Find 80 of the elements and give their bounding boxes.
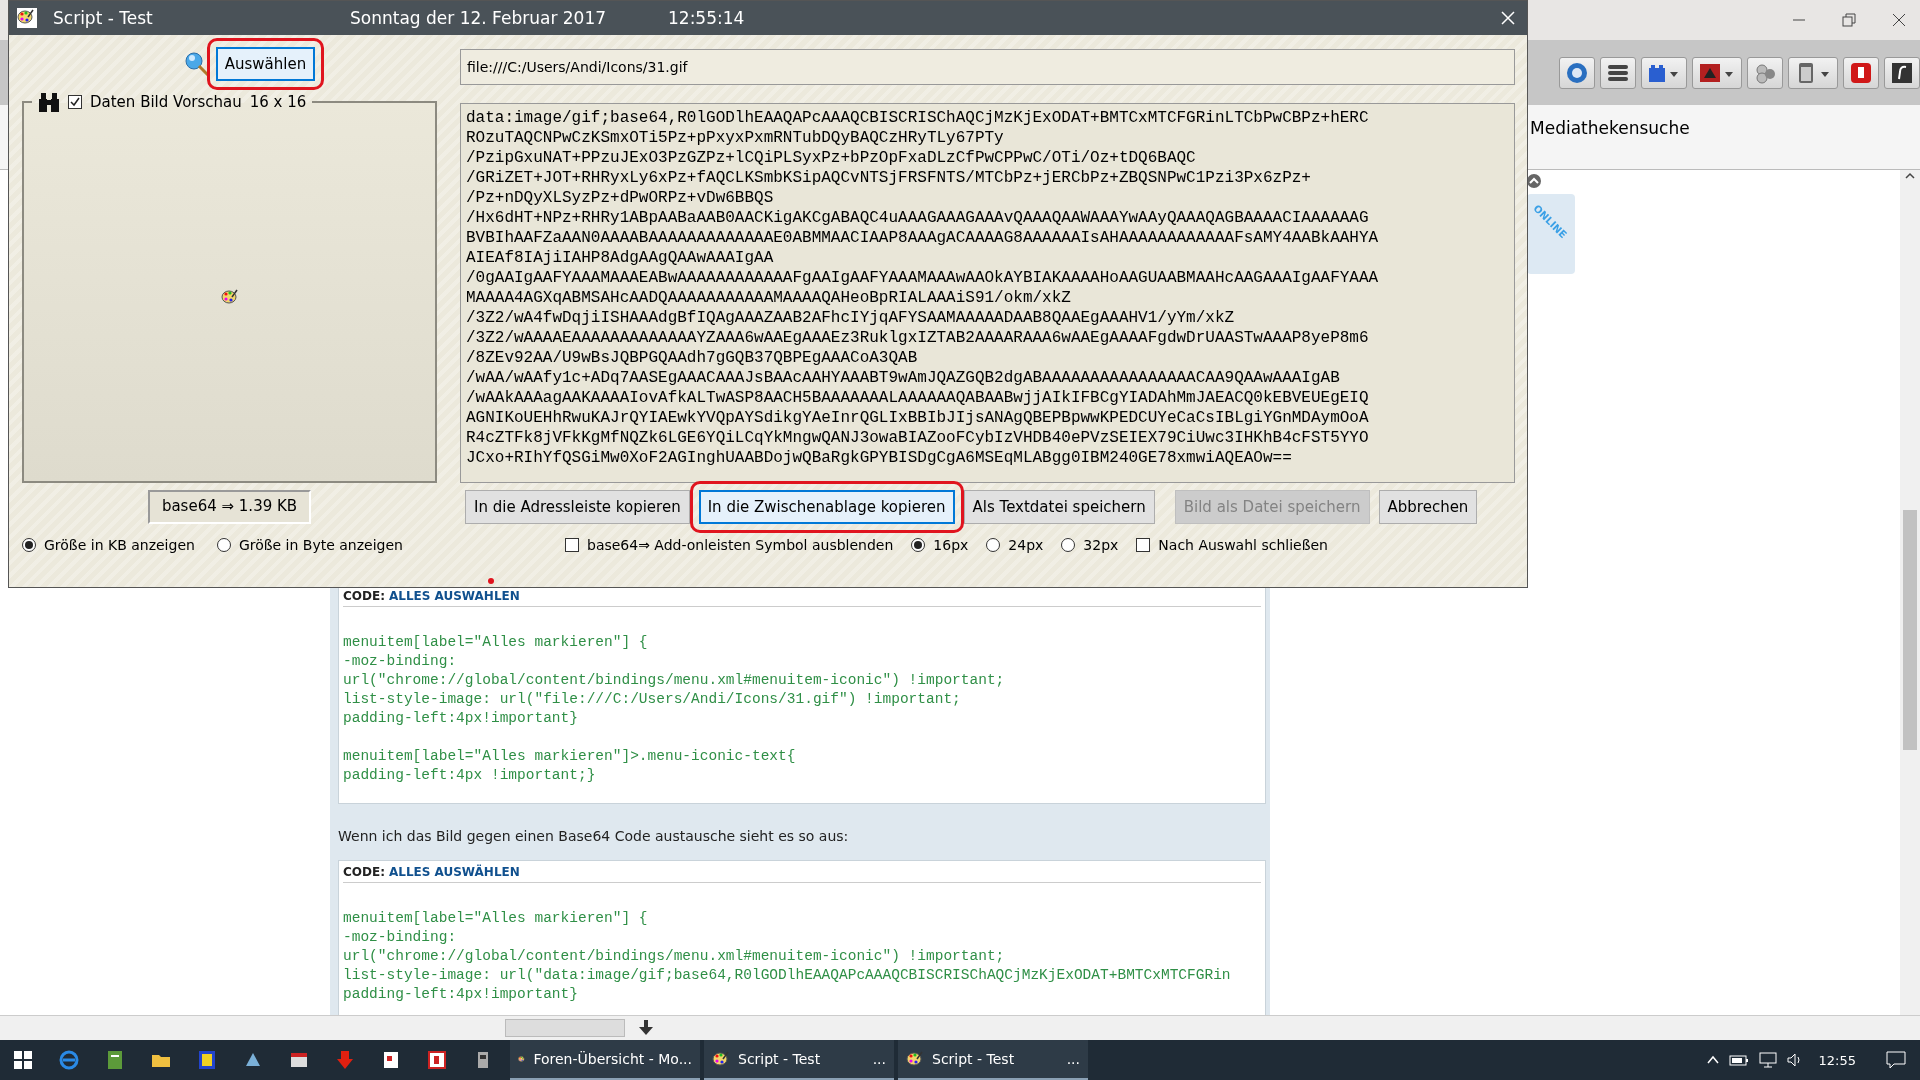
option-label: 16px xyxy=(933,537,969,553)
button[interactable]: Abbrechen xyxy=(1378,490,1478,524)
button[interactable]: In die Zwischenablage kopieren xyxy=(698,490,955,524)
radio-button[interactable] xyxy=(986,538,1001,552)
checkbox[interactable] xyxy=(565,538,579,552)
close-icon[interactable] xyxy=(1892,13,1906,27)
bookmark-link[interactable]: Mediathekensuche xyxy=(1530,118,1690,138)
select-all-link[interactable]: ALLES AUSWÄHLEN xyxy=(388,865,520,879)
battery-icon[interactable] xyxy=(1728,1054,1749,1066)
radio-button[interactable] xyxy=(911,538,926,552)
code-text: menuitem[label="Alles markieren"] { -moz-binding: url("chrome://global/content/bindings/menu.xml#menuitem-iconic") !important; list-style-image: url("file:///C:/Users/Andi/Icons/31.gif") !important; padding-left:4px!important} menuitem[label="Alles markieren"]>.menu-iconic-text{ padding-left:4px !important;} xyxy=(343,633,1006,785)
search-icon xyxy=(183,51,210,77)
collapse-icon[interactable] xyxy=(1527,174,1541,188)
toolbar-button[interactable] xyxy=(1884,56,1920,89)
circles-icon xyxy=(1754,61,1776,84)
task-label: Foren-Übersicht - Mo... xyxy=(533,1051,692,1067)
dot-mark xyxy=(488,578,494,584)
window-app-icon[interactable] xyxy=(289,1050,309,1070)
globe-icon xyxy=(1566,61,1588,84)
date-text: Sonntag der 12. Februar 2017 xyxy=(350,8,608,28)
button[interactable]: Auswählen xyxy=(215,47,316,81)
download-arrow-icon[interactable] xyxy=(639,1020,653,1036)
palette-icon xyxy=(220,288,239,306)
tile-dropdown-icon xyxy=(1699,61,1735,84)
caret-up-icon[interactable] xyxy=(1706,1054,1719,1066)
option-label: Größe in Byte anzeigen xyxy=(238,537,403,553)
document-icon[interactable] xyxy=(105,1050,125,1070)
time-text: 12:55:14 xyxy=(668,8,745,28)
post-text: Wenn ich das Bild gegen einen Base64 Code austausche sieht es so aus: xyxy=(337,827,850,846)
restore-icon[interactable] xyxy=(1842,13,1856,27)
checkbox[interactable] xyxy=(68,95,82,109)
start-icon[interactable] xyxy=(13,1050,33,1070)
clock[interactable]: 12:55 xyxy=(1812,1052,1876,1068)
f-tile-icon xyxy=(1891,61,1913,84)
volume-icon[interactable] xyxy=(1786,1052,1803,1068)
app-tile-icon[interactable] xyxy=(427,1050,447,1070)
option-label: Größe in KB anzeigen xyxy=(44,537,195,553)
code-label: CODE: xyxy=(343,865,385,879)
down-arrow-icon[interactable] xyxy=(335,1050,355,1070)
button: Bild als Datei speichern xyxy=(1174,490,1370,524)
taskbar-button[interactable]: Foren-Übersicht - Mo... xyxy=(510,1040,700,1080)
radio-button[interactable] xyxy=(1061,538,1076,552)
code-text: menuitem[label="Alles markieren"] { -moz-binding: url("chrome://global/content/bindings/menu.xml#menuitem-iconic") !important; list-style-image: url("data:image/gif;base64,R0lGODlhEAAQAPcAAAQCBISCRISChAQCjMzKjExODAT+BMTCxMTCFGRin padding-left:4px!important} xyxy=(343,909,1232,1004)
base64-text-area[interactable]: data:image/gif;base64,R0lGODlhEAAQAPcAAAQCBISCRISChAQCjMzKjExODAT+BMTCxMTCFGRinLTCbPwCBPz+hERC ROzuTAQCNPwCzKSmxOTi5Pz+pPxyxPxmRNTubDQyBAQCzHRyTLy67PTy /PzipGxuNAT+PPzuJExO3PzGZPz+lCQiPLSyxPz+bPzOpFxaDLzCfPwCPPwC/OTi/Oz+tDQ6BAQC /GRiZET+JOT+RHRyxLy6xPz+fAQCLKSmbKSipAQCvNTSjFRSFNTS/MTCbPz+jERCbPz+ZBQSNPwC1Pzi3Px6zPz+ /Pz+nDQyXLSyzPz+dPwORPz+vDw6BBQS /Hx6dHT+NPz+RHRy1ABpAABaAAB0AACKigAKCgABAQC4uAAAGAAAGAAAvQAAAQAAWAAAYwAAyQAAAQAGBAAAACIAAAAAAG BVBIhAAFZaAAN0AAAABAAAAAAAAAAAAAE0ABMMAACIAAP8AAAgACAAAAG8AAAAAAIsAHAAAAAAAAAAAAFsAMY4AABkAAHYA AIEAf8IAjiIAHP8AdgAAgQAAwAAAIgAA /0gAAIgAAFYAAAMAAAEABwAAAAAAAAAAAAFgAAIgAAFYAAAMAAAwAAOkAYBIAKAAAAHoAAGUAABMAAHcAAGAAAIgAAFYAAA MAAAA4AGXqABMSAHcAADQAAAAAAAAAAAMAAAAQAHeoBpRIALAAAiS91/okm/xkZ /3Z2/wA4fwDqjiISHAAAdgBfIQAgAAAZAAB2AFhcIYjqAFYSAAMAAAAADAAB8QAAEgAAAHV1/yYm/xkZ /3Z2/wAAAAEAAAAAAAAAAAAAYZAAA6wAAEgAAAEz3RuklgxIZTAB2AAAARAAA6wAAEgAAAAFgdwDrUAASTwAAAP8yeP8m6 /8ZEv92AA/U9wBsJQBPGQAAdh7gGQB37QBPEgAAACoA3QAB /wAA/wAAfy1c+ADq7AASEgAAACAAAJsBAAcAAHYAAABT9wAmJQAZGQB2dgABAAAAAAAAAAAAAAAACAA9QAAwAAAIgAB /wAAkAAAagAAKAAAAIovAfkALTwASP8AACH5BAAAAAAALAAAAAAQABAABwjjAIkIFBCgYIADAhMmJAEACQ0kEBVEUEgEIQ AGNIKoUEHhRwuKAJrQYIAEwkYVQpAYSdikgYAeInrQGLIxBBIbJIjsANAgQBEPBpwwKPEDCUYeCaCsIBLgiYGnMDAymOoA R4cZTFk8jVFkKgMfNQZk6LGE6YQiLCqYkMngwQANJ3owaBIAZooFCybIzVHDB40ePVzSEIEX79CiUwc3IHKhB4cFST5YYO JCxo+RIhYfQSGiMw0XoF2AGInghUAABDojwQBaRgkGPYBISDgCgA6MSEqMLABgg0IBM240GE78xmwiAQEAOw== xyxy=(460,103,1515,483)
palette-icon xyxy=(712,1050,730,1068)
palette-icon xyxy=(906,1050,924,1068)
task-label: Script - Test xyxy=(738,1051,822,1067)
option-label: base64⇒ Add-onleisten Symbol ausblenden xyxy=(587,537,894,553)
radio-button[interactable] xyxy=(216,538,231,552)
app-tile-icon[interactable] xyxy=(197,1050,217,1070)
browser-icon[interactable] xyxy=(59,1050,79,1070)
option-label: 32px xyxy=(1083,537,1119,553)
network-icon[interactable] xyxy=(1758,1052,1777,1068)
checkbox[interactable] xyxy=(1136,538,1151,552)
task-label: Script - Test xyxy=(932,1051,1016,1067)
toolbar-button[interactable] xyxy=(1600,56,1636,89)
app-tile-icon[interactable] xyxy=(381,1050,401,1070)
option-label: Nach Auswahl schließen xyxy=(1158,537,1328,553)
task-more: ... xyxy=(1066,1051,1080,1067)
taskbar-button[interactable]: Script - Test ... xyxy=(898,1040,1088,1080)
select-all-link[interactable]: ALLES AUSWAHLEN xyxy=(388,589,520,603)
preview-size: 16 x 16 xyxy=(249,93,307,111)
preview-label: Daten Bild Vorschau xyxy=(90,93,242,111)
binoculars-icon xyxy=(38,91,60,113)
button[interactable]: Als Textdatei speichern xyxy=(963,490,1155,524)
radio-button[interactable] xyxy=(22,538,36,552)
scrollbar-thumb[interactable] xyxy=(1903,510,1917,750)
scrollbar[interactable] xyxy=(1900,170,1920,1015)
option-label: 24px xyxy=(1008,537,1044,553)
url-field[interactable]: file:///C:/Users/Andi/Icons/31.gif xyxy=(460,49,1515,85)
taskbar-button[interactable]: Script - Test ... xyxy=(704,1040,894,1080)
window-title: Script - Test xyxy=(53,8,154,28)
p-tile-icon xyxy=(1850,61,1872,84)
code-label: CODE: xyxy=(343,589,385,603)
task-more: ... xyxy=(872,1051,886,1067)
button[interactable]: In die Adressleiste kopieren xyxy=(465,490,690,524)
size-readout: base64 ⇒ 1.39 KB xyxy=(147,490,312,524)
toolbar-button[interactable] xyxy=(1692,56,1742,89)
notification-icon[interactable] xyxy=(1886,1051,1906,1069)
palette-icon xyxy=(17,8,37,28)
